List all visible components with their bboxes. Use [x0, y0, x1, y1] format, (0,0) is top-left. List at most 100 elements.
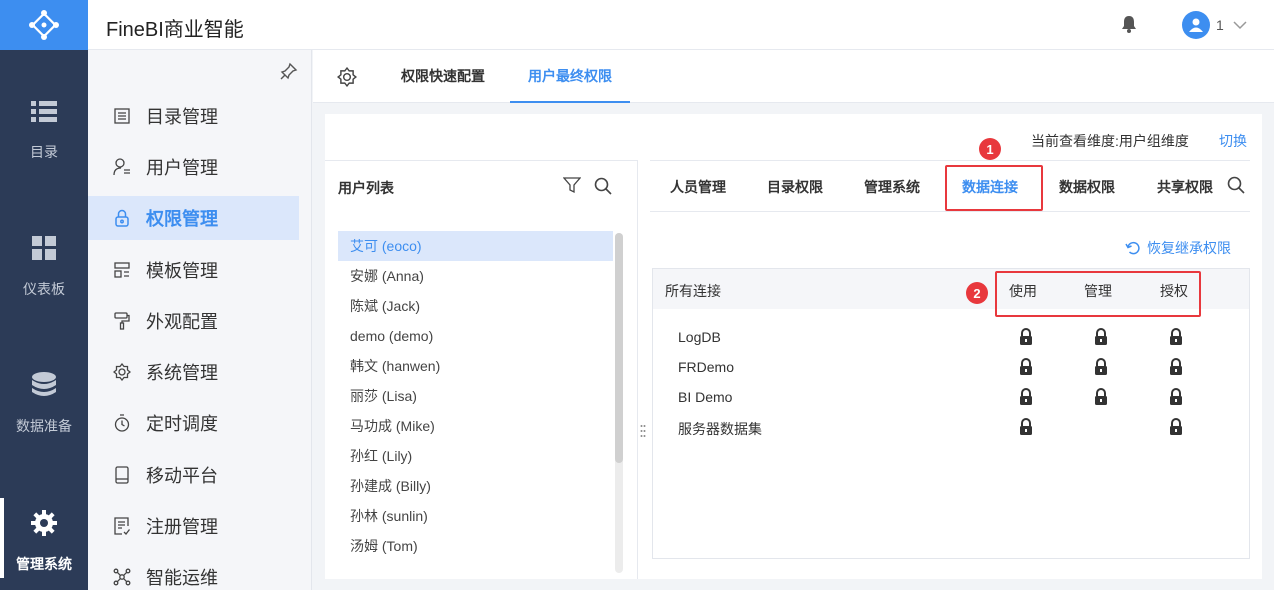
avatar[interactable] [1182, 11, 1210, 39]
switch-link[interactable]: 切换 [1219, 131, 1247, 151]
drag-handle-icon[interactable] [640, 424, 646, 443]
highlight-box [945, 165, 1043, 211]
column-header: 所有连接 [665, 283, 721, 299]
gear-icon [30, 508, 58, 538]
rail-item-data-prep[interactable]: 数据准备 [0, 370, 88, 436]
rail-label: 目录 [30, 144, 58, 160]
divider [650, 211, 1250, 212]
admin-submenu: 目录管理 用户管理 权限管理 模板管理 外观配置 系统管理 定时调度 移动平台 … [88, 50, 312, 590]
tab-admin-system[interactable]: 管理系统 [864, 177, 920, 197]
menu-item-register[interactable]: 注册管理 [88, 504, 299, 548]
lock-icon[interactable] [1019, 388, 1033, 406]
tab-personnel[interactable]: 人员管理 [670, 177, 726, 197]
menu-item-system[interactable]: 系统管理 [88, 350, 299, 394]
top-header: FineBI商业智能 1 [88, 0, 1274, 50]
list-item[interactable]: 丽莎 (Lisa) [338, 381, 613, 411]
rail-item-catalog[interactable]: 目录 [0, 96, 88, 162]
tab-data-permission[interactable]: 数据权限 [1059, 177, 1115, 197]
menu-label: 系统管理 [146, 363, 218, 383]
list-item[interactable]: 安娜 (Anna) [338, 261, 613, 291]
search-icon[interactable] [594, 177, 612, 200]
lock-icon[interactable] [1169, 418, 1183, 436]
list-item[interactable]: 孙红 (Lily) [338, 441, 613, 471]
list-item[interactable]: 艾可 (eoco) [338, 231, 613, 261]
menu-label: 模板管理 [146, 261, 218, 281]
list-item[interactable]: 韩文 (hanwen) [338, 351, 613, 381]
list-item[interactable]: 孙建成 (Billy) [338, 471, 613, 501]
highlight-box [995, 271, 1201, 317]
annotation-badge: 1 [979, 138, 1001, 160]
brush-icon [112, 311, 132, 331]
lock-icon[interactable] [1094, 388, 1108, 406]
logo-icon [29, 10, 59, 40]
annotation-badge: 2 [966, 282, 988, 304]
rail-item-admin[interactable]: 管理系统 [0, 498, 88, 578]
bell-icon[interactable] [1121, 15, 1137, 38]
undo-icon [1125, 241, 1140, 255]
permission-panel: 当前查看维度:用户组维度 切换 用户列表 艾可 (eoco) 安娜 (Anna)… [325, 114, 1262, 579]
connection-name: BI Demo [678, 389, 733, 405]
menu-label: 外观配置 [146, 312, 218, 332]
main-tabbar: 权限快速配置 用户最终权限 [313, 50, 1274, 103]
menu-item-ops[interactable]: 智能运维 [88, 555, 299, 590]
menu-item-appearance[interactable]: 外观配置 [88, 299, 299, 343]
menu-label: 注册管理 [146, 517, 218, 537]
menu-item-permissions[interactable]: 权限管理 [88, 196, 299, 240]
template-icon [112, 260, 132, 280]
lock-icon[interactable] [1094, 328, 1108, 346]
lock-icon[interactable] [1169, 388, 1183, 406]
menu-item-users[interactable]: 用户管理 [88, 145, 299, 189]
menu-label: 权限管理 [146, 209, 218, 229]
tab-final-permissions[interactable]: 用户最终权限 [510, 50, 630, 103]
lock-icon[interactable] [1094, 358, 1108, 376]
user-icon [112, 157, 132, 177]
chevron-down-icon[interactable] [1233, 17, 1247, 35]
user-list: 艾可 (eoco) 安娜 (Anna) 陈斌 (Jack) demo (demo… [338, 231, 613, 561]
restore-label: 恢复继承权限 [1147, 240, 1231, 256]
menu-label: 用户管理 [146, 158, 218, 178]
tab-quick-config[interactable]: 权限快速配置 [401, 50, 485, 103]
menu-item-schedule[interactable]: 定时调度 [88, 401, 299, 445]
register-icon [112, 516, 132, 536]
list-item[interactable]: 孙林 (sunlin) [338, 501, 613, 531]
tab-catalog-permission[interactable]: 目录权限 [767, 177, 823, 197]
rail-label: 数据准备 [16, 418, 72, 434]
timer-icon [112, 413, 132, 433]
scrollbar[interactable] [615, 233, 623, 573]
menu-item-mobile[interactable]: 移动平台 [88, 453, 299, 497]
mobile-icon [112, 465, 132, 485]
dimension-label: 当前查看维度:用户组维度 [1031, 133, 1189, 149]
list-item[interactable]: demo (demo) [338, 321, 613, 351]
user-name[interactable]: 1 [1216, 17, 1224, 33]
lock-icon[interactable] [1019, 328, 1033, 346]
menu-item-catalog[interactable]: 目录管理 [88, 94, 299, 138]
table-row: 服务器数据集 [653, 412, 1249, 442]
menu-label: 定时调度 [146, 414, 218, 434]
menu-label: 智能运维 [146, 568, 218, 588]
connection-name: LogDB [678, 329, 721, 345]
filter-icon[interactable] [562, 177, 582, 199]
lock-icon[interactable] [1169, 328, 1183, 346]
restore-inherit-button[interactable]: 恢复继承权限 [1125, 238, 1231, 258]
user-avatar-icon [1189, 18, 1203, 32]
lock-icon[interactable] [1169, 358, 1183, 376]
settings-icon[interactable] [336, 66, 358, 92]
lock-icon[interactable] [1019, 418, 1033, 436]
list-icon [31, 96, 57, 126]
list-item[interactable]: 陈斌 (Jack) [338, 291, 613, 321]
table-row: LogDB [653, 322, 1249, 352]
rail-item-dashboard[interactable]: 仪表板 [0, 233, 88, 299]
app-title: FineBI商业智能 [106, 19, 244, 41]
search-icon[interactable] [1227, 176, 1245, 199]
app-logo[interactable] [0, 0, 88, 50]
list-item[interactable]: 汤姆 (Tom) [338, 531, 613, 561]
lock-icon [112, 208, 132, 228]
pin-icon[interactable] [280, 62, 298, 85]
list-item[interactable]: 马功成 (Mike) [338, 411, 613, 441]
connection-name: 服务器数据集 [678, 421, 762, 437]
menu-item-templates[interactable]: 模板管理 [88, 248, 299, 292]
tab-share-permission[interactable]: 共享权限 [1157, 177, 1213, 197]
table-row: BI Demo [653, 382, 1249, 412]
lock-icon[interactable] [1019, 358, 1033, 376]
menu-label: 移动平台 [146, 466, 218, 486]
